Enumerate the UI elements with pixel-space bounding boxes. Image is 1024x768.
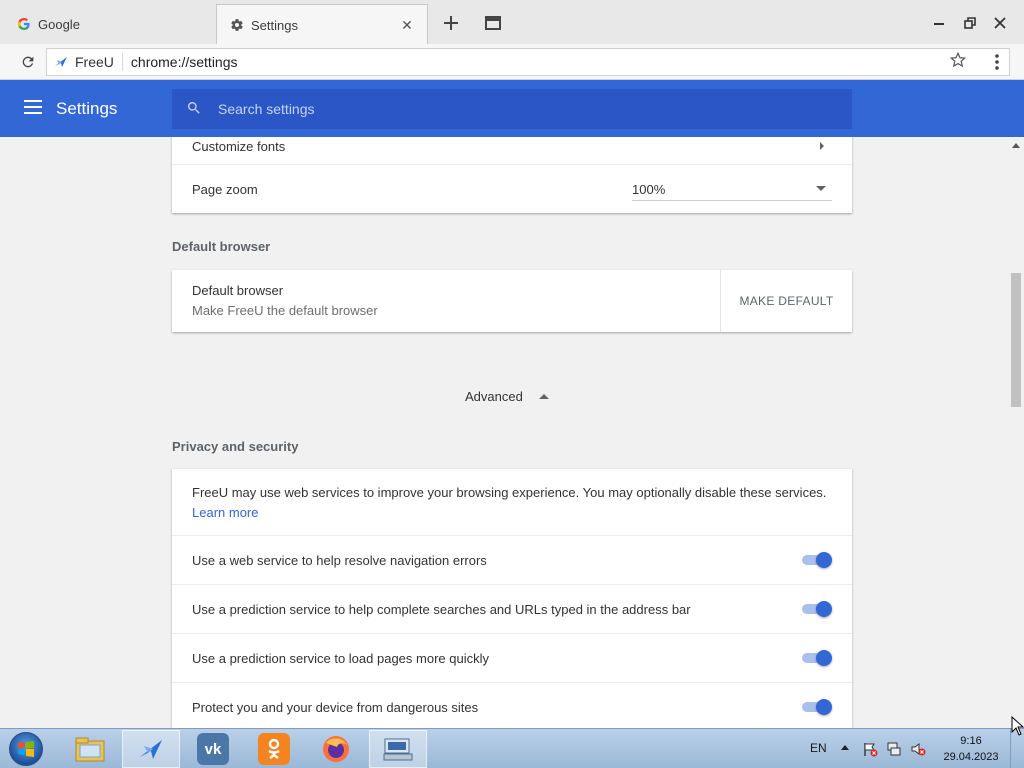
odnoklassniki-icon bbox=[258, 733, 290, 765]
settings-header: Settings bbox=[0, 80, 1024, 137]
vertical-scrollbar[interactable] bbox=[1008, 137, 1024, 728]
section-title-default-browser: Default browser bbox=[172, 239, 271, 254]
windows-logo-icon bbox=[9, 732, 43, 766]
tab-label: Settings bbox=[251, 17, 298, 33]
toggle-switch[interactable] bbox=[800, 650, 832, 666]
toggle-row[interactable]: Use a prediction service to load pages m… bbox=[172, 633, 852, 682]
close-tab-icon[interactable]: ✕ bbox=[399, 17, 415, 33]
gear-icon bbox=[229, 17, 245, 33]
page-zoom-value: 100% bbox=[632, 182, 666, 197]
taskbar-onscreen-keyboard[interactable] bbox=[369, 730, 427, 768]
appearance-card: Customize fonts Page zoom 100% bbox=[172, 137, 852, 213]
vk-icon: vk bbox=[197, 733, 229, 765]
advanced-label: Advanced bbox=[465, 389, 523, 404]
page-zoom-select[interactable]: 100% bbox=[632, 179, 832, 201]
clock-date: 29.04.2023 bbox=[943, 751, 999, 763]
tab-overview-button[interactable] bbox=[482, 12, 504, 34]
url-text[interactable]: chrome://settings bbox=[123, 54, 1009, 70]
search-input[interactable] bbox=[218, 101, 818, 117]
customize-fonts-row[interactable]: Customize fonts bbox=[172, 137, 852, 164]
section-title-privacy: Privacy and security bbox=[172, 439, 299, 454]
taskbar-explorer[interactable] bbox=[61, 730, 119, 768]
address-bar[interactable]: FreeU chrome://settings bbox=[46, 48, 1010, 76]
taskbar-firefox[interactable] bbox=[307, 730, 365, 768]
toggle-row[interactable]: Use a prediction service to help complet… bbox=[172, 584, 852, 633]
clock-time: 9:16 bbox=[960, 735, 982, 747]
tab-settings[interactable]: Settings ✕ bbox=[216, 4, 428, 45]
privacy-card: FreeU may use web services to improve yo… bbox=[172, 469, 852, 728]
page-title: Settings bbox=[56, 99, 118, 118]
show-hidden-icons-icon[interactable] bbox=[841, 745, 849, 750]
close-window-icon[interactable] bbox=[989, 12, 1011, 34]
reload-icon[interactable] bbox=[16, 50, 40, 74]
freeu-logo-icon bbox=[140, 740, 162, 759]
browser-menu-icon[interactable] bbox=[988, 50, 1006, 74]
toggle-row[interactable]: Use a web service to help resolve naviga… bbox=[172, 535, 852, 584]
tab-strip: Google Settings ✕ bbox=[0, 0, 1024, 45]
scroll-up-arrow-icon[interactable] bbox=[1012, 143, 1020, 148]
brand-label: FreeU bbox=[75, 54, 114, 70]
toggle-row[interactable]: Protect you and your device from dangero… bbox=[172, 682, 852, 728]
menu-hamburger-icon[interactable] bbox=[24, 100, 42, 114]
browser-toolbar: FreeU chrome://settings bbox=[0, 44, 1024, 80]
language-indicator[interactable]: EN bbox=[810, 741, 827, 755]
new-tab-button[interactable] bbox=[440, 12, 462, 34]
default-browser-subtitle: Make FreeU the default browser bbox=[192, 303, 378, 318]
advanced-toggle[interactable]: Advanced bbox=[465, 389, 549, 404]
restore-icon[interactable] bbox=[959, 12, 981, 34]
mouse-cursor-icon bbox=[1011, 715, 1024, 741]
volume-muted-icon[interactable] bbox=[910, 741, 926, 757]
keyboard-icon bbox=[383, 738, 413, 761]
google-icon bbox=[16, 16, 32, 32]
customize-fonts-label: Customize fonts bbox=[192, 138, 286, 154]
taskbar-vk[interactable]: vk bbox=[184, 730, 242, 768]
chevron-right-icon bbox=[820, 142, 824, 150]
taskbar-odnoklassniki[interactable] bbox=[245, 730, 303, 768]
toggle-switch[interactable] bbox=[800, 552, 832, 568]
start-button[interactable] bbox=[6, 730, 46, 768]
make-default-button[interactable]: MAKE DEFAULT bbox=[720, 270, 852, 332]
scrollbar-thumb[interactable] bbox=[1011, 273, 1021, 407]
dropdown-arrow-icon bbox=[816, 186, 826, 191]
freeu-logo-icon bbox=[53, 54, 69, 70]
page-zoom-label: Page zoom bbox=[192, 181, 258, 197]
settings-content: Customize fonts Page zoom 100% Default b… bbox=[0, 137, 1008, 728]
bookmark-star-icon[interactable] bbox=[948, 50, 968, 70]
toggle-switch[interactable] bbox=[800, 699, 832, 715]
tab-label: Google bbox=[38, 16, 80, 32]
toggle-label: Use a prediction service to help complet… bbox=[192, 601, 691, 617]
search-icon bbox=[186, 100, 204, 118]
default-browser-title: Default browser bbox=[192, 283, 284, 298]
toggle-label: Protect you and your device from dangero… bbox=[192, 699, 479, 715]
action-center-flag-icon[interactable] bbox=[862, 741, 878, 757]
site-identity[interactable]: FreeU bbox=[47, 53, 123, 71]
caret-up-icon bbox=[538, 394, 549, 399]
firefox-icon bbox=[323, 736, 349, 762]
taskbar: vk EN 9:16 29.04.2023 bbox=[0, 728, 1024, 768]
learn-more-link[interactable]: Learn more bbox=[192, 505, 258, 520]
privacy-intro-row: FreeU may use web services to improve yo… bbox=[172, 469, 852, 535]
toggle-label: Use a web service to help resolve naviga… bbox=[192, 552, 487, 568]
default-browser-card: Default browser Make FreeU the default b… bbox=[172, 270, 852, 332]
minimize-icon[interactable] bbox=[928, 12, 950, 34]
system-clock[interactable]: 9:16 29.04.2023 bbox=[936, 733, 1006, 765]
folder-icon bbox=[75, 737, 105, 762]
toggle-switch[interactable] bbox=[800, 601, 832, 617]
network-icon[interactable] bbox=[886, 741, 902, 757]
page-zoom-row: Page zoom 100% bbox=[172, 164, 852, 213]
taskbar-freeu[interactable] bbox=[122, 730, 180, 768]
privacy-intro-text: FreeU may use web services to improve yo… bbox=[192, 485, 827, 500]
toggle-label: Use a prediction service to load pages m… bbox=[192, 650, 489, 666]
search-box[interactable] bbox=[172, 89, 852, 129]
tab-google[interactable]: Google bbox=[4, 4, 214, 44]
